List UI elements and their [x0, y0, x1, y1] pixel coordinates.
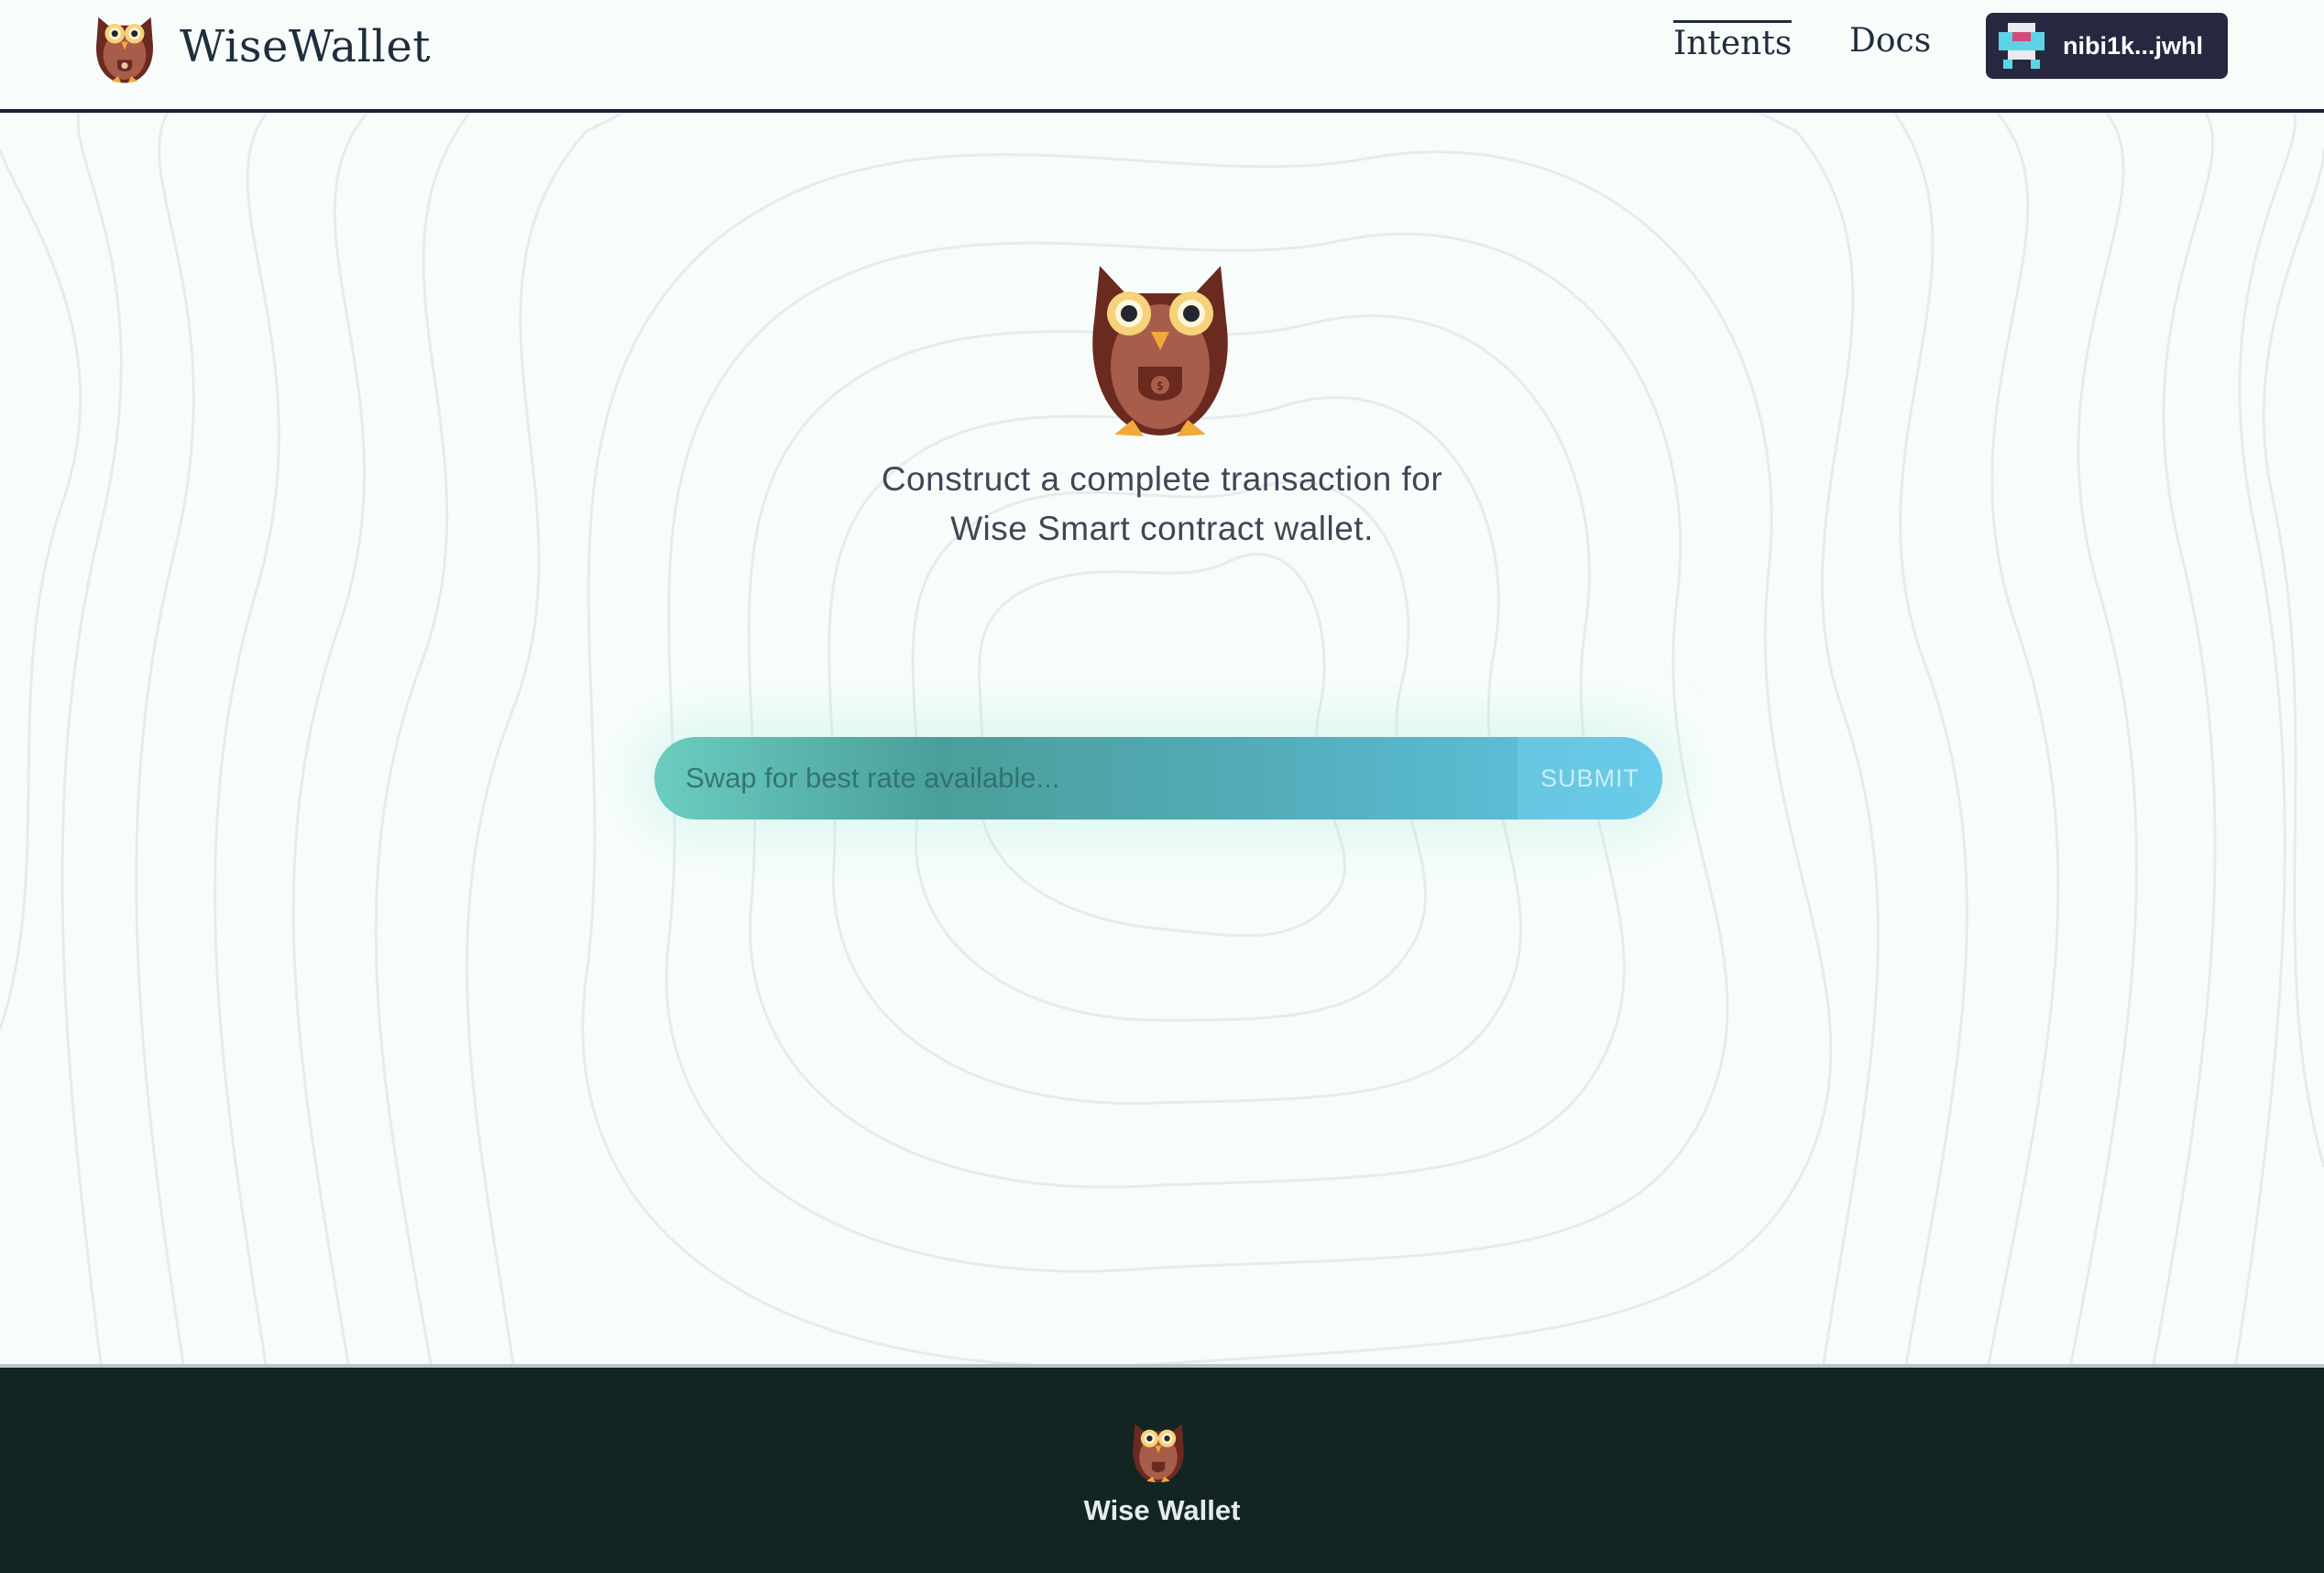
brand[interactable]: WiseWallet — [92, 6, 431, 88]
wallet-account-button[interactable]: nibi1k...jwhl — [1986, 13, 2228, 79]
footer: Wise Wallet — [0, 1364, 2324, 1573]
wallet-address: nibi1k...jwhl — [2063, 31, 2204, 60]
intent-form: SUBMIT — [654, 737, 1662, 820]
nav-link-docs[interactable]: Docs — [1849, 20, 1931, 60]
submit-button[interactable]: SUBMIT — [1518, 737, 1662, 820]
owl-logo-icon — [1133, 1424, 1184, 1483]
owl-logo-icon — [95, 16, 154, 83]
owl-wallet-mascot-icon: $ — [1092, 266, 1228, 436]
tagline-line-2: Wise Smart contract wallet. — [950, 510, 1374, 547]
intent-input[interactable] — [654, 737, 1518, 820]
brand-name: WiseWallet — [180, 21, 432, 72]
hero-tagline: Construct a complete transaction for Wis… — [795, 455, 1529, 554]
svg-text:$: $ — [1157, 380, 1164, 392]
top-navbar: WiseWallet Intents Docs nibi1k...jwhl — [0, 0, 2324, 113]
tagline-line-1: Construct a complete transaction for — [881, 460, 1443, 498]
identicon-avatar-icon — [1999, 23, 2044, 69]
footer-brand-name: Wise Wallet — [1083, 1494, 1241, 1526]
nav-link-intents[interactable]: Intents — [1673, 20, 1792, 62]
